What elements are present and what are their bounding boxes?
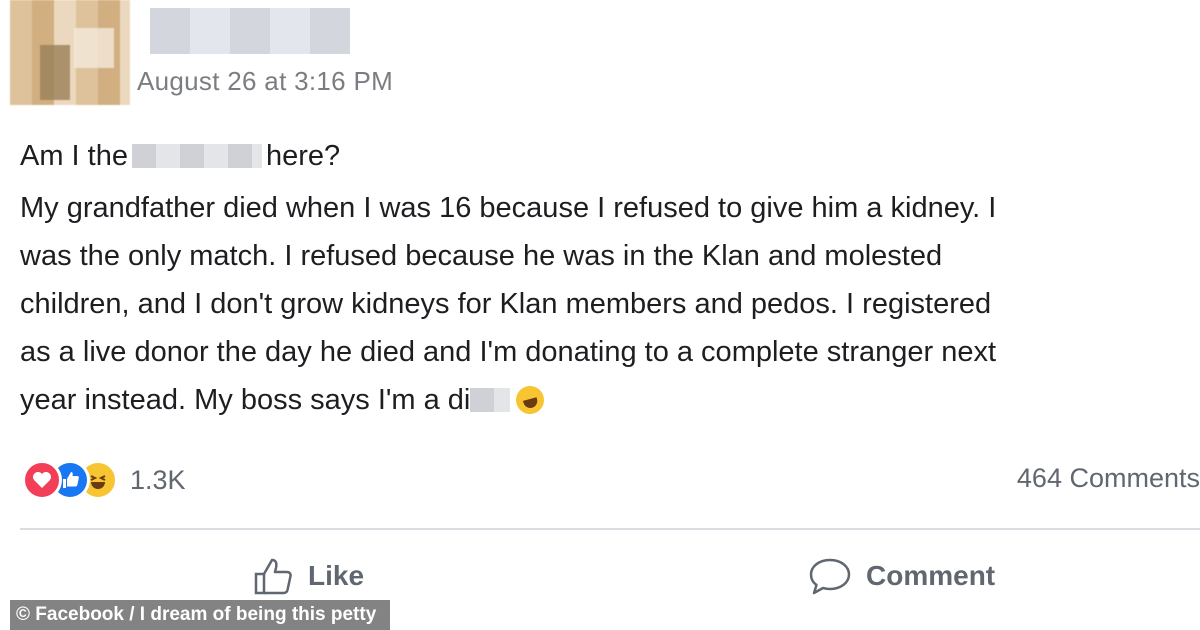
redacted-word <box>132 144 262 168</box>
avatar[interactable] <box>10 0 130 105</box>
post-line: was the only match. I refused because he… <box>20 240 943 272</box>
post-last-line-text: year instead. My boss says I'm a di <box>20 384 471 416</box>
comments-count[interactable]: 464 Comments <box>1017 463 1200 494</box>
heart-icon <box>22 460 62 500</box>
reaction-summary[interactable]: 1.3K <box>22 458 186 502</box>
comment-label: Comment <box>866 560 996 591</box>
post-last-line: year instead. My boss says I'm a di <box>20 376 1200 424</box>
post-body: Am I the here? My grandfather died when I… <box>20 132 1200 424</box>
facebook-post: August 26 at 3:16 PM Am I the here? My gr… <box>0 0 1200 630</box>
reaction-count[interactable]: 1.3K <box>130 465 186 496</box>
image-credit: © Facebook / I dream of being this petty <box>10 600 391 630</box>
post-line: children, and I don't grow kidneys for K… <box>20 288 992 320</box>
like-label: Like <box>308 560 365 591</box>
redacted-word <box>470 388 511 412</box>
post-title-after: here? <box>266 140 341 172</box>
thumbs-up-icon <box>254 558 292 595</box>
comment-button[interactable]: Comment <box>808 556 995 596</box>
like-button[interactable]: Like <box>252 556 364 596</box>
post-timestamp[interactable]: August 26 at 3:16 PM <box>137 66 393 97</box>
divider <box>20 528 1200 530</box>
post-line: as a live donor the day he died and I'm … <box>20 336 997 368</box>
laughing-emoji-icon <box>513 382 548 418</box>
post-title-before: Am I the <box>20 140 128 172</box>
author-name-redacted[interactable] <box>150 8 350 54</box>
post-paragraph: My grandfather died when I was 16 becaus… <box>20 184 1200 424</box>
post-line: My grandfather died when I was 16 becaus… <box>20 192 997 224</box>
comment-bubble-icon <box>809 558 851 595</box>
post-title-line: Am I the here? <box>20 132 1200 180</box>
